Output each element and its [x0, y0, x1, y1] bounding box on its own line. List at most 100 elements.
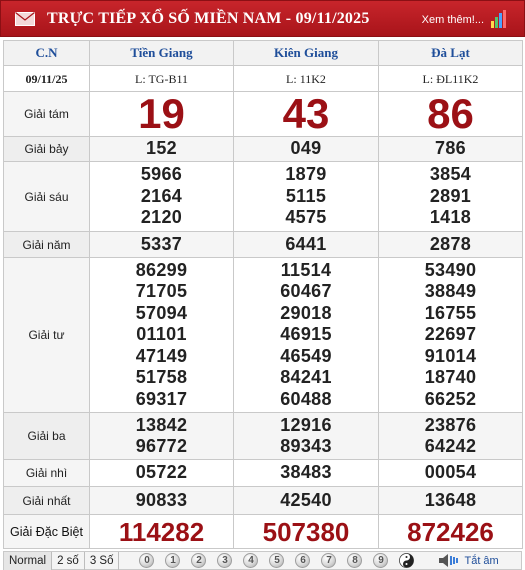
- prize-number: 2878: [429, 233, 472, 254]
- prize-number: 86: [427, 90, 474, 137]
- province-name[interactable]: Tiền Giang: [130, 45, 192, 60]
- prize-row: Giải nhất 90833 42540 13648: [3, 486, 523, 515]
- province-header[interactable]: Tiền Giang: [89, 40, 234, 66]
- prize-cell: 3854 2891 1418: [378, 161, 523, 232]
- prize-row: Giải sáu 5966 2164 2120 1879 5115 4575 3854 2891…: [3, 161, 523, 232]
- mode-2-digit-button[interactable]: 2 số: [52, 551, 85, 570]
- prize-number: 2164: [140, 185, 183, 206]
- prize-row: Giải tám 19 43 86: [3, 90, 523, 137]
- prize-number: 05722: [135, 462, 188, 483]
- see-more-link[interactable]: Xem thêm!...: [422, 14, 484, 26]
- prize-number: 13842: [135, 414, 188, 435]
- prize-number: 18740: [424, 367, 477, 388]
- prize-number: 00054: [424, 462, 477, 483]
- digit-button[interactable]: 1: [165, 553, 181, 568]
- prize-label: Giải ba: [3, 412, 90, 460]
- prize-cell: 23876 64242: [378, 412, 523, 460]
- digit-button[interactable]: 5: [269, 553, 285, 568]
- prize-cell: 152: [89, 136, 234, 162]
- bar-chart-icon[interactable]: [490, 9, 508, 29]
- ticket-code-cell: L: TG-B11: [89, 65, 234, 92]
- prize-number: 114282: [118, 516, 205, 547]
- prize-cell: 786: [378, 136, 523, 162]
- prize-number: 5966: [140, 164, 183, 185]
- prize-number: 51758: [135, 367, 188, 388]
- prize-cell: 5337: [89, 231, 234, 258]
- prize-label: Giải bảy: [3, 136, 90, 162]
- prize-cell: 00054: [378, 459, 523, 487]
- prize-number: 16755: [424, 302, 477, 323]
- prize-cell: 5966 2164 2120: [89, 161, 234, 232]
- prize-number: 5115: [285, 185, 327, 206]
- prize-number: 66252: [424, 388, 477, 409]
- prize-number: 6441: [285, 233, 327, 254]
- mode-normal-button[interactable]: Normal: [4, 551, 53, 570]
- prize-number: 11514: [280, 259, 332, 280]
- ticket-code: L: 11K2: [286, 71, 326, 86]
- prize-number: 4575: [285, 207, 327, 228]
- mute-sound-link[interactable]: Tắt âm: [464, 555, 498, 567]
- prize-cell: 86299 71705 57094 01101 47149 51758 69317: [89, 257, 234, 413]
- speaker-icon[interactable]: [438, 553, 460, 568]
- digit-button[interactable]: 4: [243, 553, 259, 568]
- prize-label: Giải nhất: [3, 486, 90, 515]
- prize-number: 872426: [407, 516, 494, 547]
- digit-button[interactable]: 7: [321, 553, 337, 568]
- prize-number: 1879: [285, 164, 327, 185]
- prize-number: 46915: [280, 324, 332, 345]
- prize-cell: 507380: [233, 514, 379, 549]
- digit-button[interactable]: 0: [139, 553, 155, 568]
- envelope-icon: [15, 11, 35, 26]
- bottom-toolbar: Normal 2 số 3 Số 0123456789 Tắt âm: [3, 551, 522, 570]
- prize-number: 38849: [424, 281, 477, 302]
- province-header[interactable]: Đà Lạt: [378, 40, 523, 66]
- prize-cell: 05722: [89, 459, 234, 487]
- prize-number: 2891: [429, 185, 472, 206]
- prize-cell: 872426: [378, 514, 523, 549]
- prize-number: 13648: [424, 489, 477, 510]
- weekday-cell: C.N: [3, 40, 90, 66]
- ticket-code-cell: L: ĐL11K2: [378, 65, 523, 92]
- ticket-code: L: TG-B11: [135, 71, 188, 86]
- digit-button[interactable]: 6: [295, 553, 311, 568]
- prize-cell: 53490 38849 16755 22697 91014 18740 66252: [378, 257, 523, 413]
- prize-row: Giải bảy 152 049 786: [3, 136, 523, 162]
- page-title: TRỰC TIẾP XỔ SỐ MIỀN NAM - 09/11/2025: [47, 9, 370, 27]
- prize-number: 23876: [424, 414, 477, 435]
- prize-number: 19: [138, 90, 185, 137]
- prize-label: Giải Đặc Biệt: [3, 514, 90, 549]
- prize-number: 71705: [135, 281, 188, 302]
- prize-row: Giải nhì 05722 38483 00054: [3, 459, 523, 487]
- prize-number: 47149: [135, 345, 188, 366]
- prize-number: 049: [290, 138, 322, 159]
- prize-number: 96772: [135, 436, 188, 456]
- prize-number: 507380: [262, 516, 350, 547]
- prize-number: 53490: [424, 259, 477, 280]
- digit-button[interactable]: 2: [191, 553, 207, 568]
- province-header[interactable]: Kiên Giang: [233, 40, 379, 66]
- prize-row: Giải ba 13842 96772 12916 89343 23876 64242: [3, 412, 523, 460]
- yin-yang-icon[interactable]: [399, 553, 415, 568]
- prize-number: 3854: [429, 164, 472, 185]
- prize-cell: 13842 96772: [89, 412, 234, 460]
- prize-cell: 1879 5115 4575: [233, 161, 379, 232]
- prize-cell: 38483: [233, 459, 379, 487]
- prize-cell: 19: [89, 90, 234, 137]
- mode-3-digit-button[interactable]: 3 Số: [85, 551, 120, 570]
- prize-label: Giải tám: [3, 91, 90, 137]
- digit-button[interactable]: 9: [373, 553, 389, 568]
- prize-label: Giải tư: [3, 257, 90, 413]
- prize-row: Giải Đặc Biệt 114282 507380 872426: [3, 514, 523, 549]
- prize-number: 38483: [280, 462, 332, 483]
- prize-cell: 11514 60467 29018 46915 46549 84241 60488: [233, 257, 379, 413]
- prize-cell: 90833: [89, 486, 234, 515]
- prize-number: 12916: [280, 414, 332, 435]
- digit-button[interactable]: 3: [217, 553, 233, 568]
- prize-cell: 43: [233, 91, 379, 137]
- province-name[interactable]: Đà Lạt: [431, 45, 470, 60]
- prize-number: 786: [435, 138, 466, 159]
- province-name[interactable]: Kiên Giang: [274, 45, 338, 60]
- lottery-widget: TRỰC TIẾP XỔ SỐ MIỀN NAM - 09/11/2025 Xe…: [0, 0, 525, 570]
- digit-button[interactable]: 8: [347, 553, 363, 568]
- ticket-code: L: ĐL11K2: [422, 71, 479, 86]
